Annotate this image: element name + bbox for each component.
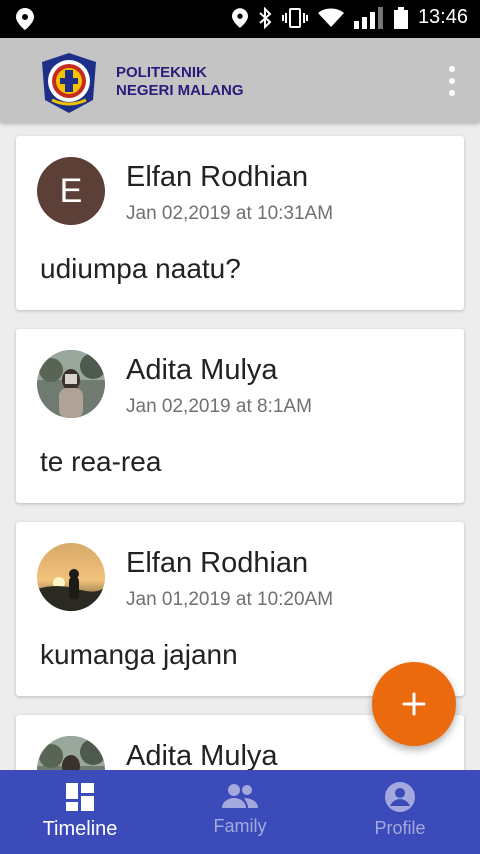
post-author: Adita Mulya — [126, 740, 278, 770]
nav-profile[interactable]: Profile — [320, 770, 480, 854]
plus-icon — [402, 692, 426, 716]
post-message: te rea-rea — [40, 446, 162, 477]
nav-family-label: Family — [213, 816, 267, 836]
account-circle-icon — [385, 782, 415, 812]
app-title-line2: NEGERI MALANG — [116, 82, 244, 99]
add-post-button[interactable] — [372, 662, 456, 746]
nav-timeline[interactable]: Timeline — [0, 770, 160, 854]
avatar[interactable]: E — [37, 157, 105, 225]
signal-icon — [353, 6, 384, 29]
post-author: Elfan Rodhian — [126, 161, 309, 193]
location-icon — [16, 8, 34, 30]
post-author: Adita Mulya — [126, 354, 278, 386]
post-card[interactable]: E Elfan Rodhian Jan 02,2019 at 10:31AM u… — [16, 136, 464, 310]
app-title-line1: POLITEKNIK — [116, 64, 207, 81]
post-message: udiumpa naatu? — [40, 253, 241, 284]
vibrate-icon — [281, 7, 308, 28]
bottom-navigation: Timeline Family Profile — [0, 770, 480, 854]
dashboard-icon — [66, 783, 94, 811]
post-date: Jan 02,2019 at 10:31AM — [126, 203, 334, 224]
overflow-menu-icon[interactable] — [444, 66, 460, 96]
group-icon — [222, 784, 258, 808]
polinema-logo — [38, 52, 100, 114]
post-card[interactable]: Adita Mulya Jan 02,2019 at 8:1AM te rea-… — [16, 329, 464, 503]
nav-profile-label: Profile — [374, 818, 426, 838]
avatar[interactable] — [37, 350, 105, 418]
nav-family[interactable]: Family — [160, 770, 320, 854]
wifi-icon — [317, 8, 344, 28]
app-title: POLITEKNIK NEGERI MALANG — [116, 64, 244, 100]
nav-timeline-label: Timeline — [42, 818, 118, 840]
post-date: Jan 02,2019 at 8:1AM — [126, 396, 312, 417]
post-date: Jan 01,2019 at 10:20AM — [126, 589, 334, 610]
bluetooth-icon — [258, 6, 272, 29]
avatar[interactable] — [37, 543, 105, 611]
status-bar: 13:46 — [0, 0, 480, 38]
location-icon — [231, 7, 248, 28]
clock: 13:46 — [417, 6, 468, 28]
avatar[interactable] — [37, 736, 105, 770]
app-bar: POLITEKNIK NEGERI MALANG — [0, 38, 480, 122]
post-author: Elfan Rodhian — [126, 547, 309, 579]
battery-icon — [393, 6, 408, 29]
post-message: kumanga jajann — [40, 639, 238, 670]
